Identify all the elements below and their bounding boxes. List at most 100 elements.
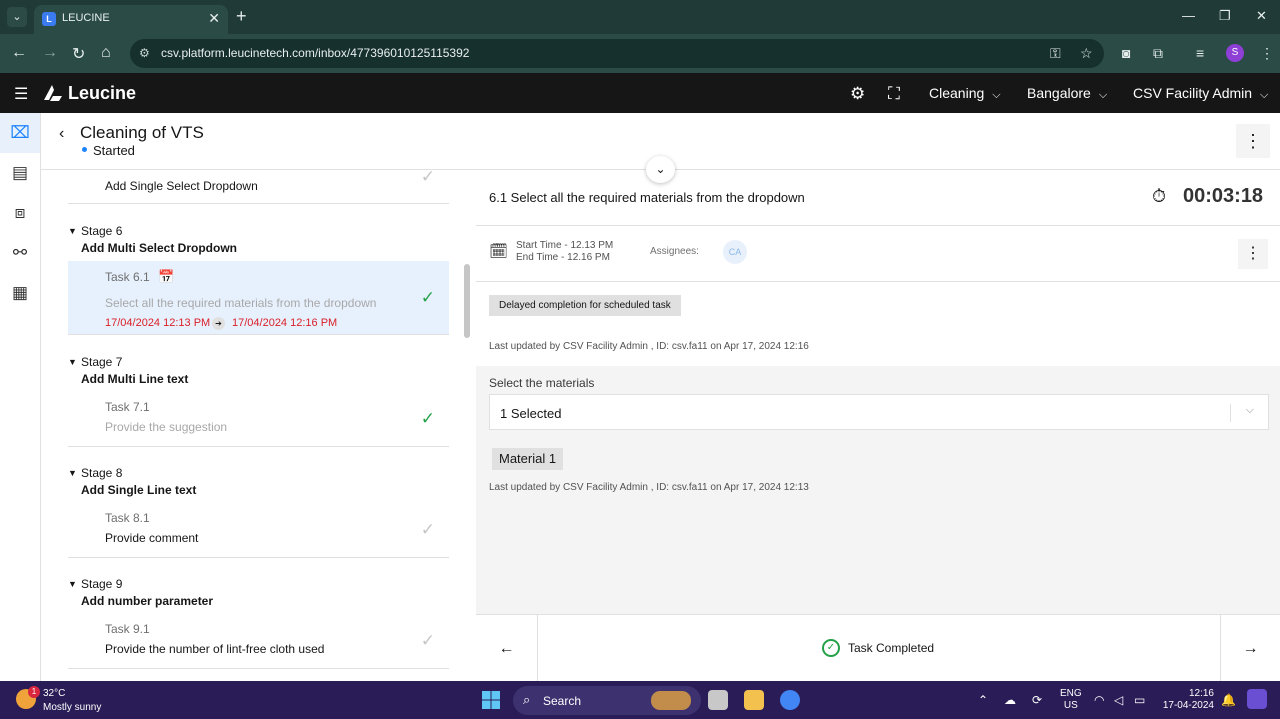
- task-completed-label: Task Completed: [848, 641, 935, 655]
- taskbar-search[interactable]: ⌕ Search: [513, 686, 701, 715]
- chrome-icon[interactable]: [780, 690, 800, 710]
- language-indicator[interactable]: ENG US: [1060, 688, 1082, 712]
- left-nav-rail: ⌧ ▤ ⧈ ⚯ ▦: [0, 113, 41, 681]
- copilot-icon[interactable]: [1247, 689, 1267, 709]
- stage-collapse-icon[interactable]: ▼: [68, 357, 77, 367]
- sync-icon[interactable]: ⟳: [1032, 693, 1042, 707]
- volume-icon[interactable]: ◁: [1114, 693, 1123, 707]
- task-view-icon[interactable]: [708, 690, 728, 710]
- window-close-icon[interactable]: ✕: [1256, 8, 1267, 24]
- close-tab-icon[interactable]: ✕: [208, 10, 220, 27]
- address-bar[interactable]: ⚙ csv.platform.leucinetech.com/inbox/477…: [130, 39, 1104, 68]
- scan-qr-icon[interactable]: ⛶: [888, 84, 900, 104]
- hamburger-menu-icon[interactable]: ☰: [14, 84, 28, 104]
- collapse-chevron-icon[interactable]: ⌄: [646, 156, 675, 183]
- extensions-puzzle-icon[interactable]: ⧉: [1153, 45, 1163, 62]
- process-icon[interactable]: ⧈: [0, 193, 40, 233]
- notification-bell-icon[interactable]: 🔔: [1221, 693, 1236, 707]
- assignee-avatar[interactable]: CA: [723, 240, 747, 264]
- stage-collapse-icon[interactable]: ▼: [68, 579, 77, 589]
- checkmark-icon: ✓: [420, 170, 435, 186]
- inbox-icon[interactable]: ⌧: [0, 113, 40, 153]
- password-key-icon[interactable]: ⚿: [1050, 45, 1061, 62]
- stage-name: Add Single Line text: [81, 483, 197, 497]
- browser-toolbar: ← → ↻ ⌂ ⚙ csv.platform.leucinetech.com/i…: [0, 34, 1280, 73]
- notification-badge: 1: [28, 686, 40, 698]
- browser-tab[interactable]: L LEUCINE ✕: [34, 5, 228, 34]
- task-text: Provide the number of lint-free cloth us…: [105, 642, 325, 656]
- assignees-label: Assignees:: [650, 246, 699, 257]
- stage-list-scrollbar[interactable]: [464, 264, 470, 338]
- windows-start-icon[interactable]: [482, 691, 500, 709]
- chevron-down-icon: ⌵: [1098, 89, 1108, 101]
- site-info-icon[interactable]: ⚙: [139, 46, 150, 60]
- stage-collapse-icon[interactable]: ▼: [68, 226, 77, 236]
- checklist-icon[interactable]: ▤: [0, 153, 40, 193]
- task-item[interactable]: Add Single Select Dropdown ✓: [68, 170, 449, 204]
- next-task-arrow-icon[interactable]: →: [1220, 615, 1280, 682]
- settings-gear-icon[interactable]: ⚙: [850, 84, 865, 104]
- clock-date: 17-04-2024: [1162, 700, 1214, 711]
- task-number: Task 6.1: [105, 270, 150, 284]
- minimize-icon[interactable]: —: [1182, 8, 1195, 23]
- wifi-icon[interactable]: ◠: [1094, 693, 1104, 707]
- file-explorer-icon[interactable]: [744, 690, 764, 710]
- chevron-down-icon[interactable]: ⌵: [1246, 404, 1254, 417]
- bookmark-star-icon[interactable]: ☆: [1080, 45, 1093, 62]
- chrome-menu-icon[interactable]: ⋮: [1260, 45, 1274, 62]
- task-more-options-icon[interactable]: ⋮: [1238, 239, 1268, 269]
- back-arrow-icon[interactable]: ‹: [59, 125, 64, 143]
- reports-icon[interactable]: ▦: [0, 273, 40, 313]
- selected-material-chip: Material 1: [492, 448, 564, 470]
- weather-description[interactable]: Mostly sunny: [43, 702, 101, 713]
- chevron-down-icon: ⌵: [992, 89, 1001, 101]
- tab-title: LEUCINE: [62, 12, 110, 24]
- facility-selector[interactable]: Bangalore ⌵: [1027, 85, 1107, 102]
- lang-code: ENG: [1060, 688, 1082, 699]
- camera-extension-icon[interactable]: ◙: [1122, 45, 1130, 61]
- task-text: Provide comment: [105, 531, 199, 545]
- show-hidden-icons-chevron[interactable]: ⌃: [978, 693, 988, 707]
- stage-name: Add Multi Select Dropdown: [81, 241, 237, 255]
- new-tab-icon[interactable]: +: [236, 6, 247, 27]
- profile-avatar[interactable]: S: [1226, 44, 1244, 62]
- checkmark-icon: ✓: [420, 288, 435, 307]
- task-footer: ← ✓ Task Completed →: [476, 614, 1280, 682]
- back-icon[interactable]: ←: [11, 44, 27, 62]
- system-clock[interactable]: 12:16 17-04-2024: [1160, 688, 1214, 712]
- materials-multiselect[interactable]: 1 Selected ⌵: [489, 394, 1269, 430]
- stage-label: Stage 9: [81, 577, 123, 591]
- task-item-selected[interactable]: Task 6.1 📅 Select all the required mater…: [68, 261, 449, 335]
- forward-icon[interactable]: →: [42, 44, 58, 62]
- logo-text: Leucine: [68, 83, 137, 103]
- end-time: End Time - 12.16 PM: [516, 252, 610, 263]
- delayed-completion-tag: Delayed completion for scheduled task: [489, 295, 681, 316]
- user-menu[interactable]: CSV Facility Admin ⌵: [1133, 85, 1268, 102]
- url-text[interactable]: csv.platform.leucinetech.com/inbox/47739…: [161, 46, 469, 60]
- chevron-down-icon: ⌵: [1260, 89, 1269, 101]
- task-item[interactable]: Task 8.1 Provide comment ✓: [68, 503, 449, 558]
- app-header: ☰ Leucine ⚙ ⛶ Cleaning ⌵ Bangalore ⌵ CSV F…: [0, 73, 1280, 113]
- previous-task-arrow-icon[interactable]: ←: [476, 615, 538, 682]
- use-case-label: Cleaning: [929, 85, 985, 101]
- task-text: Add Single Select Dropdown: [105, 179, 258, 193]
- checkmark-icon: ✓: [420, 520, 435, 539]
- onedrive-cloud-icon[interactable]: ☁: [1004, 693, 1016, 707]
- restore-icon[interactable]: ❐: [1219, 8, 1231, 24]
- tab-search-button[interactable]: ⌄: [7, 7, 27, 27]
- more-options-icon[interactable]: ⋮: [1236, 124, 1270, 158]
- task-banner-area: Delayed completion for scheduled task La…: [476, 282, 1280, 366]
- battery-icon[interactable]: ▭: [1134, 693, 1145, 707]
- reload-icon[interactable]: ↻: [72, 44, 85, 64]
- stage-collapse-icon[interactable]: ▼: [68, 468, 77, 478]
- task-text: Select all the required materials from t…: [105, 296, 377, 310]
- scheduled-calendar-icon: 📅: [158, 269, 175, 284]
- task-item[interactable]: Task 9.1 Provide the number of lint-free…: [68, 614, 449, 669]
- use-case-selector[interactable]: Cleaning ⌵: [929, 85, 1001, 102]
- task-last-updated: Last updated by CSV Facility Admin , ID:…: [489, 341, 809, 352]
- home-icon[interactable]: ⌂: [101, 44, 111, 62]
- media-controls-icon[interactable]: ≡: [1196, 45, 1204, 61]
- hierarchy-icon[interactable]: ⚯: [0, 233, 40, 273]
- weather-temperature[interactable]: 32°C: [43, 688, 65, 699]
- task-item[interactable]: Task 7.1 Provide the suggestion ✓: [68, 392, 449, 447]
